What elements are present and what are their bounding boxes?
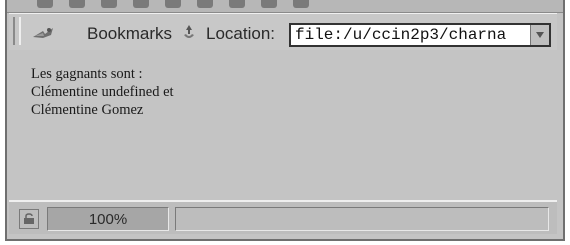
status-text-field [175, 207, 549, 231]
chevron-down-icon[interactable] [530, 25, 549, 45]
navigation-toolbar-edge [7, 0, 563, 13]
toolbar-icon[interactable] [293, 0, 309, 8]
bookmarks-icon[interactable] [31, 25, 57, 41]
location-field[interactable]: file:/u/ccin2p3/charna [289, 23, 551, 47]
toolbar-icon[interactable] [69, 0, 85, 8]
toolbar-icon[interactable] [261, 0, 277, 8]
progress-label: 100% [88, 210, 128, 228]
progress-indicator: 100% [47, 207, 169, 231]
location-toolbar: Bookmarks Location: file:/u/ccin2p3/char… [9, 13, 557, 51]
bookmarks-button[interactable]: Bookmarks [87, 24, 172, 44]
content-line: Clémentine Gomez [31, 102, 144, 118]
toolbar-icon[interactable] [101, 0, 117, 8]
content-line: Les gagnants sont : [31, 66, 143, 82]
content-line: Clémentine undefined et [31, 84, 174, 100]
toolbar-icon[interactable] [229, 0, 245, 8]
page-content: Les gagnants sont : Clémentine undefined… [9, 50, 557, 200]
location-icon[interactable] [181, 24, 197, 42]
lock-icon[interactable] [19, 209, 39, 229]
location-url[interactable]: file:/u/ccin2p3/charna [295, 26, 506, 44]
toolbar-icon[interactable] [197, 0, 213, 8]
toolbar-icon[interactable] [133, 0, 149, 8]
status-bar: 100% [9, 200, 557, 234]
toolbar-grip-handle[interactable] [13, 17, 21, 45]
toolbar-icon[interactable] [37, 0, 53, 8]
browser-window: Bookmarks Location: file:/u/ccin2p3/char… [5, 0, 565, 241]
page-text: Les gagnants sont : Clémentine undefined… [31, 65, 174, 119]
toolbar-icon[interactable] [165, 0, 181, 8]
location-label: Location: [206, 24, 275, 43]
